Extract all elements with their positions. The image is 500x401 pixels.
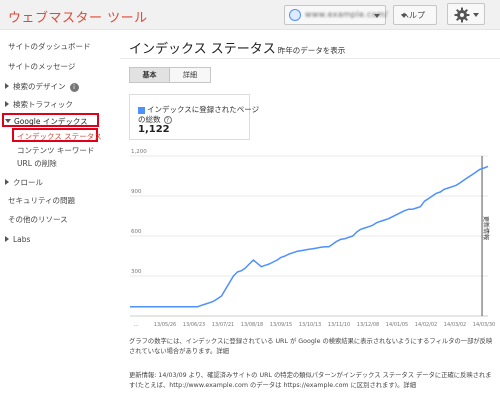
expand-arrow-icon xyxy=(5,236,9,242)
settings-button[interactable] xyxy=(447,3,485,25)
expand-arrow-icon xyxy=(5,101,9,107)
y-tick-label: 900 xyxy=(131,189,142,195)
sidebar-item-label: サイトのメッセージ xyxy=(8,62,76,71)
index-status-chart: 300 600 900 1,200... 13/05/26 13/06/23 13/07/2… xyxy=(118,148,500,334)
sidebar-item-label: その他のリソース xyxy=(8,215,68,224)
x-tick-label: 14/02/02 xyxy=(415,322,437,328)
x-tick-label: 14/01/05 xyxy=(386,322,408,328)
chart-svg: 300 600 900 1,200... 13/05/26 13/06/23 13/07/2… xyxy=(130,149,495,328)
help-button[interactable]: ヘルプ xyxy=(393,5,437,25)
x-tick-label: 13/12/08 xyxy=(357,322,379,328)
stat-label-2-text: の総数 xyxy=(138,115,161,124)
sidebar-item-crawl[interactable]: クロール xyxy=(5,177,43,188)
tab-advanced[interactable]: 詳細 xyxy=(170,67,211,83)
sidebar-item-label: 検索トラフィック xyxy=(13,100,73,109)
help-icon[interactable]: ? xyxy=(163,116,172,124)
x-tick-label: 13/10/13 xyxy=(299,322,321,328)
page-title-text: インデックス ステータス xyxy=(129,42,276,57)
x-tick-label: 13/07/21 xyxy=(212,322,234,328)
series-line xyxy=(130,165,489,308)
y-tick-label: 600 xyxy=(131,229,142,235)
sidebar-item-content-keywords[interactable]: コンテンツ キーワード xyxy=(17,145,94,156)
collapse-arrow-icon xyxy=(5,119,11,123)
top-bar: ウェブマスター ツール www.example.com/ ヘルプ xyxy=(0,0,500,30)
expand-arrow-icon xyxy=(5,179,9,185)
site-globe-icon xyxy=(289,9,301,21)
sidebar-item-label: Google インデックス xyxy=(14,117,88,126)
sidebar: サイトのダッシュボード サイトのメッセージ 検索のデザイン i 検索トラフィック … xyxy=(0,31,118,401)
sidebar-item-other-resources[interactable]: その他のリソース xyxy=(8,214,68,225)
x-tick-label: 13/06/23 xyxy=(183,322,205,328)
x-tick-label: 13/09/15 xyxy=(270,322,292,328)
sidebar-item-label: インデックス ステータス xyxy=(17,132,102,141)
stat-value: 1,122 xyxy=(138,124,170,135)
sidebar-item-label: セキュリティの問題 xyxy=(8,196,76,205)
chevron-down-icon xyxy=(374,14,380,18)
chevron-down-icon xyxy=(473,13,479,17)
chevron-down-icon xyxy=(401,14,407,18)
sidebar-item-label: サイトのダッシュボード xyxy=(8,42,91,51)
divider xyxy=(120,58,500,59)
gear-icon xyxy=(454,7,470,23)
sidebar-item-label: URL の削除 xyxy=(17,159,57,168)
x-tick-label: 14/03/30 xyxy=(473,322,495,328)
chart-note: グラフの数字には、インデックスに登録されている URL が Google の検索… xyxy=(129,338,493,355)
info-icon[interactable]: i xyxy=(69,83,79,92)
sidebar-item-label: コンテンツ キーワード xyxy=(17,146,95,155)
y-tick-label: 1,200 xyxy=(131,149,147,155)
stat-card: インデックスに登録されたページ の総数? 1,122 xyxy=(129,94,259,140)
sidebar-item-search-traffic[interactable]: 検索トラフィック xyxy=(5,99,73,110)
x-tick-label: 13/08/18 xyxy=(241,322,263,328)
app-title: ウェブマスター ツール xyxy=(8,11,148,26)
sidebar-item-remove-urls[interactable]: URL の削除 xyxy=(17,158,57,169)
page-subtitle: 昨年のデータを表示 xyxy=(277,46,346,55)
sidebar-item-search-appearance[interactable]: 検索のデザイン i xyxy=(5,81,79,92)
sidebar-item-security-issues[interactable]: セキュリティの問題 xyxy=(8,195,75,206)
y-tick-label: 300 xyxy=(131,269,142,275)
legend-swatch xyxy=(138,107,145,114)
sidebar-item-label: Labs xyxy=(13,235,31,244)
sidebar-item-messages[interactable]: サイトのメッセージ xyxy=(8,61,75,72)
x-tick-label: ... xyxy=(134,322,139,328)
x-tick-label: 13/11/10 xyxy=(328,322,350,328)
sidebar-item-label: クロール xyxy=(13,178,43,187)
sidebar-item-google-index[interactable]: Google インデックス xyxy=(5,116,88,127)
expand-arrow-icon xyxy=(5,83,9,89)
sidebar-item-labs[interactable]: Labs xyxy=(5,235,30,244)
tab-basic[interactable]: 基本 xyxy=(129,67,170,83)
x-tick-label: 14/03/02 xyxy=(444,322,466,328)
sidebar-item-dashboard[interactable]: サイトのダッシュボード xyxy=(8,41,91,52)
page-title: インデックス ステータス 昨年のデータを表示 xyxy=(129,38,345,57)
sidebar-item-label: 検索のデザイン xyxy=(13,82,66,91)
sidebar-item-index-status[interactable]: インデックス ステータス xyxy=(17,131,102,142)
annotation-label: 更新情報 xyxy=(482,216,490,240)
site-selector[interactable]: www.example.com/ xyxy=(284,5,388,25)
update-note: 更新情報: 14/03/09 より、確認済みサイトの URL の特定の類似パター… xyxy=(129,372,492,389)
x-tick-label: 13/05/26 xyxy=(154,322,176,328)
